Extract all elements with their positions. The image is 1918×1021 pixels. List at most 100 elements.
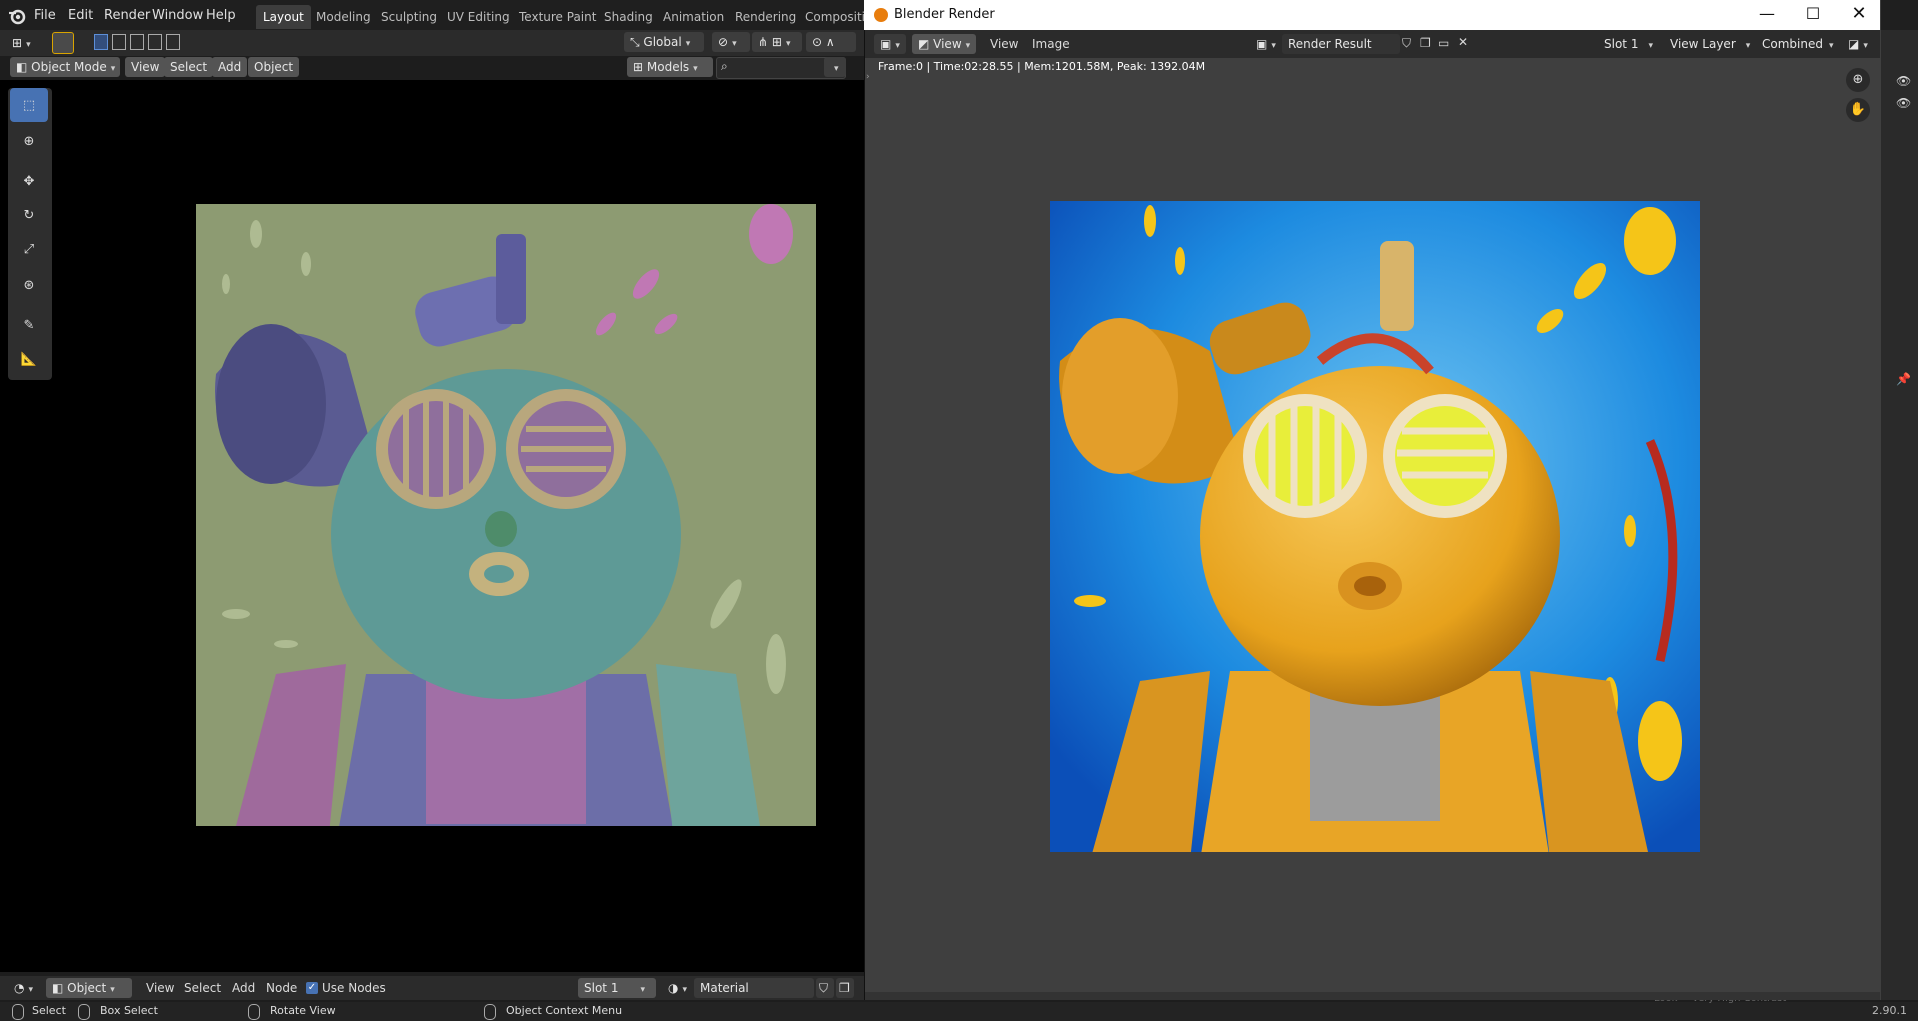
close-button[interactable]: ✕ <box>1844 3 1874 25</box>
measure-icon: 📐 <box>20 351 38 367</box>
render-result-image <box>1050 201 1700 852</box>
outliner-eye-icon[interactable]: 👁 <box>1896 74 1911 88</box>
menu-file[interactable]: File <box>34 5 56 27</box>
node-menu-node[interactable]: Node <box>266 978 297 998</box>
render-window-bottom-bar <box>865 992 1880 1000</box>
view-layer-dropdown[interactable]: View Layer ▾ <box>1664 34 1752 54</box>
filter-dropdown[interactable]: ▾ <box>824 57 846 77</box>
node-editor-type-button[interactable]: ◔ ▾ <box>8 978 44 998</box>
shader-editor-icon: ◔ <box>14 981 25 995</box>
use-nodes-label: Use Nodes <box>322 981 386 995</box>
editor-type-icon: ⊞ <box>12 36 23 50</box>
select-tool-active-button[interactable] <box>52 32 74 54</box>
material-browse-button[interactable]: ◑ ▾ <box>662 978 692 998</box>
viewport-menu-add[interactable]: Add <box>212 57 248 77</box>
status-rotate-view-label: Rotate View <box>270 1004 336 1017</box>
fake-user-button[interactable]: ⛉ <box>816 978 834 998</box>
image-view-mode-dropdown[interactable]: ◩ View ▾ <box>912 34 976 54</box>
image-browse-button[interactable]: ▣ ▾ <box>1250 34 1280 54</box>
tool-scale[interactable]: ⤢ <box>10 232 48 266</box>
viewport-menu-view[interactable]: View <box>125 57 166 77</box>
view-layer-label: View Layer <box>1670 37 1736 51</box>
shader-type-dropdown[interactable]: ◧ Object ▾ <box>46 978 132 998</box>
editor-type-button[interactable]: ⊞ ▾ <box>8 33 44 53</box>
collection-icon: ⊞ <box>633 60 647 74</box>
collection-label: Models <box>646 60 690 74</box>
image-browse-icon: ▣ <box>1256 37 1268 51</box>
object-mode-dropdown[interactable]: ◧ Object Mode ▾ <box>10 57 120 77</box>
select-mode-icons[interactable] <box>94 34 180 52</box>
tool-rotate[interactable]: ↻ <box>10 198 48 232</box>
menu-edit[interactable]: Edit <box>68 5 93 27</box>
material-name-field[interactable]: Material <box>694 978 814 998</box>
properties-edge-panel <box>1880 30 1918 1000</box>
tab-texture-paint[interactable]: Texture Paint <box>512 5 603 29</box>
render-pass-dropdown[interactable]: Combined ▾ <box>1756 34 1834 54</box>
image-open-folder-icon[interactable]: ▭ <box>1438 36 1449 50</box>
tab-rendering[interactable]: Rendering <box>728 5 803 29</box>
node-menu-select[interactable]: Select <box>184 978 221 998</box>
render-slot-dropdown[interactable]: Slot 1 ▾ <box>1598 34 1660 54</box>
menu-window[interactable]: Window <box>152 5 203 27</box>
collection-dropdown[interactable]: ⊞ Models ▾ <box>627 57 713 77</box>
outliner-eye-icon-2[interactable]: 👁 <box>1896 96 1911 110</box>
viewport-menu-object[interactable]: Object <box>248 57 300 77</box>
tool-annotate[interactable]: ✎ <box>10 308 48 342</box>
version-label: 2.90.1 <box>1872 1004 1907 1017</box>
image-editor-type-button[interactable]: ▣ ▾ <box>874 34 906 54</box>
view-mode-icon: ◩ <box>918 37 934 51</box>
pan-hand-icon[interactable]: ✋ <box>1846 98 1870 122</box>
render-window-logo-icon <box>874 8 888 22</box>
node-menu-view[interactable]: View <box>146 978 174 998</box>
image-new-icon[interactable]: ❐ <box>1420 36 1431 50</box>
snap-toggle[interactable]: ⋔ ⊞ ▾ <box>752 32 802 52</box>
blender-logo-icon[interactable] <box>8 7 26 25</box>
material-slot-dropdown[interactable]: Slot 1 ▾ <box>578 978 656 998</box>
material-sphere-icon: ◑ <box>668 981 679 995</box>
menu-help[interactable]: Help <box>206 5 236 27</box>
tool-select-box[interactable]: ⬚ <box>10 88 48 122</box>
shield-icon: ⛉ <box>819 981 829 995</box>
render-menu-view[interactable]: View <box>990 34 1018 54</box>
render-window-titlebar[interactable] <box>864 0 1880 30</box>
pivot-dropdown[interactable]: ⊘ ▾ <box>712 32 750 52</box>
object-mode-icon: ◧ <box>16 60 32 74</box>
use-nodes-checkbox[interactable]: ✓ <box>306 982 318 994</box>
zoom-icon[interactable]: ⊕ <box>1846 68 1870 92</box>
orientation-label: Global <box>643 35 682 49</box>
tool-move[interactable]: ✥ <box>10 164 48 198</box>
proportional-edit-toggle[interactable]: ⊙ ∧ <box>806 32 856 52</box>
tool-cursor[interactable]: ⊕ <box>10 124 48 158</box>
sidebar-toggle-arrow[interactable]: › <box>866 72 870 82</box>
mouse-middle-icon <box>248 1004 260 1020</box>
tool-measure[interactable]: 📐 <box>10 342 48 376</box>
rendered-robot-illustration <box>1050 201 1700 852</box>
tab-animation[interactable]: Animation <box>656 5 731 29</box>
display-channels-dropdown[interactable]: ◪ ▾ <box>1842 34 1874 54</box>
shader-type-label: Object <box>67 981 107 995</box>
tab-layout[interactable]: Layout <box>256 5 311 29</box>
duplicate-material-button[interactable]: ❐ <box>836 978 854 998</box>
tab-sculpting[interactable]: Sculpting <box>374 5 444 29</box>
tab-uv-editing[interactable]: UV Editing <box>440 5 517 29</box>
pin-icon[interactable]: 📌 <box>1896 372 1911 386</box>
proportional-icon: ⊙ ∧ <box>812 35 835 49</box>
tool-transform[interactable]: ⊛ <box>10 268 48 302</box>
image-unlink-icon[interactable]: ✕ <box>1458 35 1468 49</box>
maximize-button[interactable]: ☐ <box>1798 4 1828 26</box>
image-fake-user-icon[interactable]: ⛉ <box>1402 36 1411 51</box>
annotate-icon: ✎ <box>23 317 35 333</box>
image-name-field[interactable]: Render Result <box>1282 34 1400 54</box>
menu-render[interactable]: Render <box>104 5 150 27</box>
camera-view-frame <box>196 204 816 826</box>
node-menu-add[interactable]: Add <box>232 978 255 998</box>
mouse-drag-icon <box>78 1004 90 1020</box>
color-alpha-icon: ◪ <box>1848 37 1860 51</box>
tab-modeling[interactable]: Modeling <box>309 5 378 29</box>
image-editor-icon: ▣ <box>880 37 892 51</box>
tab-shading[interactable]: Shading <box>597 5 660 29</box>
transform-orientation-dropdown[interactable]: ⤡ Global ▾ <box>624 32 704 52</box>
minimize-button[interactable]: — <box>1752 4 1782 26</box>
viewport-menu-select[interactable]: Select <box>164 57 214 77</box>
render-menu-image[interactable]: Image <box>1032 34 1070 54</box>
